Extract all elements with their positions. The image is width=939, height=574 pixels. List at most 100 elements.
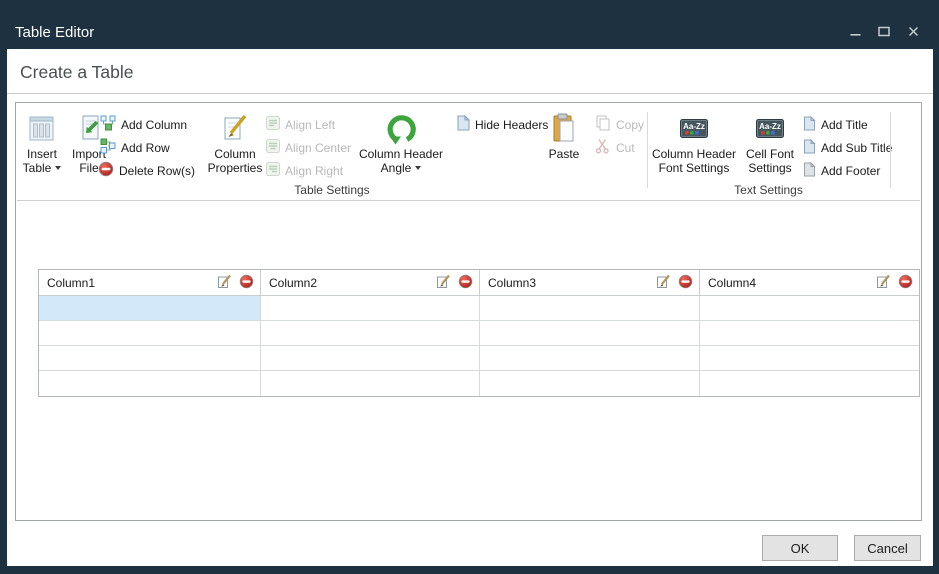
delete-column-icon[interactable] [678,274,693,292]
align-center-icon [266,139,280,156]
column-header-actions [656,274,693,292]
cut-label: Cut [616,141,635,155]
copy-label: Copy [616,118,644,132]
add-title-button[interactable]: Add Title [803,116,868,133]
insert-table-icon [27,110,57,148]
table-cell[interactable] [39,346,261,371]
group-label-text-settings: Text Settings [647,183,890,197]
insert-table-button[interactable]: Insert Table [19,110,65,175]
align-right-icon [266,162,280,179]
cell-font-settings-button[interactable]: Aa-Zz Cell Font Settings [739,110,801,175]
cell-font-label-2: Settings [748,162,791,176]
toolbar: Insert Table Import File [17,104,920,201]
add-row-icon [100,138,116,157]
table-row [39,371,919,396]
column-name: Column2 [269,276,436,290]
column-header-font-settings-button[interactable]: Aa-Zz Column Header Font Settings [649,110,739,175]
column-header-angle-label-2: Angle [381,162,422,176]
table-cell[interactable] [480,371,700,396]
paste-icon [550,110,578,148]
column-properties-icon [220,110,250,148]
toolbar-separator [647,112,648,188]
add-column-button[interactable]: Add Column [100,116,187,133]
caret-down-icon [55,166,61,170]
hide-headers-button[interactable]: Hide Headers [456,116,548,133]
column-properties-label-2: Properties [208,162,263,176]
table-cell[interactable] [480,321,700,346]
table-row [39,321,919,346]
delete-column-icon[interactable] [458,274,473,292]
edit-column-icon[interactable] [436,274,451,292]
edit-column-icon[interactable] [217,274,232,292]
table-cell-selected[interactable] [39,296,261,321]
group-label-table-settings: Table Settings [17,183,647,197]
column-header[interactable]: Column4 [700,270,919,296]
table-cell[interactable] [261,371,480,396]
insert-table-label-1: Insert [27,148,57,162]
delete-column-icon[interactable] [239,274,254,292]
cut-button[interactable]: Cut [595,139,635,156]
column-header-actions [876,274,913,292]
column-header-actions [217,274,254,292]
table-cell[interactable] [39,321,261,346]
align-left-icon [266,116,280,133]
maximize-button[interactable] [874,25,894,41]
add-row-button[interactable]: Add Row [100,139,170,156]
grid-header-row: Column1 Column2 [39,270,919,296]
window-controls [845,25,923,41]
column-header-angle-button[interactable]: Column Header Angle [353,110,449,175]
cell-font-label-1: Cell Font [746,148,794,162]
table-cell[interactable] [700,346,919,371]
column-header[interactable]: Column1 [39,270,261,296]
table-cell[interactable] [261,346,480,371]
table-cell[interactable] [39,371,261,396]
add-sub-title-button[interactable]: Add Sub Title [803,139,892,156]
window-title: Table Editor [15,24,94,41]
column-header[interactable]: Column3 [480,270,700,296]
column-name: Column4 [708,276,876,290]
heading-separator [7,93,933,94]
ok-button[interactable]: OK [762,535,838,561]
close-button[interactable] [903,25,923,41]
minimize-button[interactable] [845,25,865,41]
delete-rows-button[interactable]: Delete Row(s) [98,162,195,179]
align-right-label: Align Right [285,164,343,178]
delete-column-icon[interactable] [898,274,913,292]
add-title-icon [803,116,816,134]
edit-column-icon[interactable] [876,274,891,292]
column-name: Column3 [488,276,656,290]
add-title-label: Add Title [821,118,868,132]
svg-text:Aa-Zz: Aa-Zz [683,122,705,131]
maximize-icon [878,24,890,42]
paste-button[interactable]: Paste [539,110,589,162]
column-properties-button[interactable]: Column Properties [203,110,267,175]
dialog-content: Create a Table Insert [7,49,933,566]
titlebar[interactable]: Table Editor [0,0,939,49]
import-file-icon [75,110,103,148]
column-header-font-label-2: Font Settings [659,162,730,176]
align-center-button[interactable]: Align Center [266,139,351,156]
table-cell[interactable] [700,371,919,396]
close-icon [908,24,919,42]
column-properties-label-1: Column [214,148,255,162]
copy-button[interactable]: Copy [595,116,644,133]
table-cell[interactable] [700,296,919,321]
cancel-button[interactable]: Cancel [854,535,921,561]
column-header-font-label-1: Column Header [652,148,736,162]
align-center-label: Align Center [285,141,351,155]
add-footer-button[interactable]: Add Footer [803,162,880,179]
table-cell[interactable] [261,296,480,321]
minimize-icon [850,24,861,42]
table-cell[interactable] [480,296,700,321]
toolbar-separator [890,112,891,188]
edit-column-icon[interactable] [656,274,671,292]
table-row [39,346,919,371]
align-left-button[interactable]: Align Left [266,116,335,133]
paste-label: Paste [549,148,580,162]
column-header[interactable]: Column2 [261,270,480,296]
import-file-label-2: File [79,162,98,176]
table-cell[interactable] [261,321,480,346]
table-cell[interactable] [700,321,919,346]
table-cell[interactable] [480,346,700,371]
align-right-button[interactable]: Align Right [266,162,343,179]
